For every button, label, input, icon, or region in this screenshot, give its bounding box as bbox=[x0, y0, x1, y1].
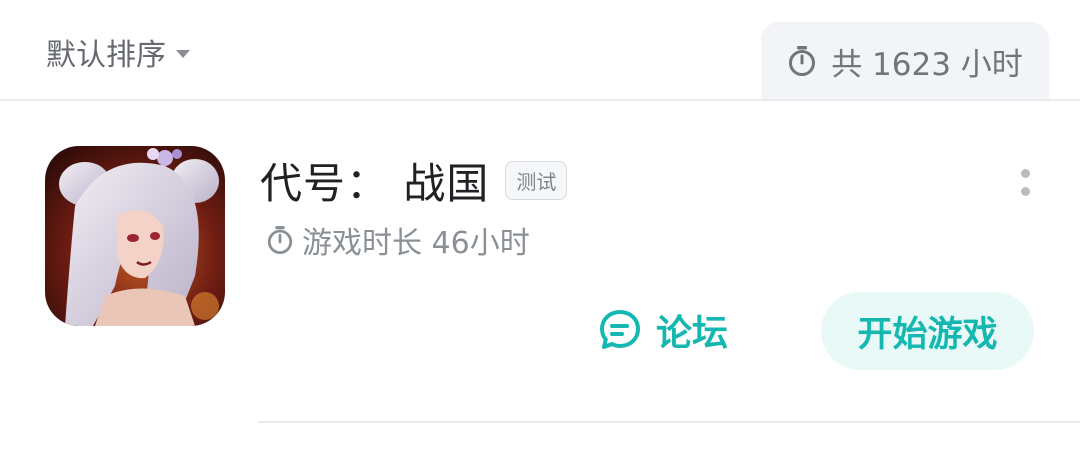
game-title[interactable]: 代号： 战国 bbox=[260, 150, 489, 211]
stopwatch-icon bbox=[789, 46, 816, 76]
list-divider bbox=[258, 421, 1080, 423]
stopwatch-icon bbox=[267, 226, 293, 254]
game-playtime: 游戏时长 46小时 bbox=[266, 218, 530, 262]
total-playtime-badge: 共 1623 小时 bbox=[761, 22, 1049, 100]
game-title-row: 代号： 战国 测试 bbox=[260, 150, 568, 211]
sort-dropdown[interactable]: 默认排序 bbox=[46, 30, 190, 74]
chat-bubble-icon bbox=[600, 310, 640, 349]
more-options-button[interactable] bbox=[1012, 160, 1038, 204]
sort-label: 默认排序 bbox=[46, 38, 166, 73]
caret-down-icon bbox=[176, 50, 190, 58]
game-playtime-text: 游戏时长 46小时 bbox=[302, 226, 530, 261]
start-game-label: 开始游戏 bbox=[857, 314, 998, 355]
game-library-page: 默认排序 共 1623 小时 代号： 战国 测试 游戏时长 46小时 论坛 开始… bbox=[0, 0, 1080, 464]
game-artwork bbox=[45, 146, 225, 326]
forum-label: 论坛 bbox=[656, 313, 729, 354]
game-cover-image[interactable] bbox=[45, 146, 225, 326]
more-vertical-icon bbox=[1020, 168, 1030, 178]
forum-button[interactable]: 论坛 bbox=[598, 304, 728, 356]
test-tag-badge: 测试 bbox=[505, 160, 568, 200]
start-game-button[interactable]: 开始游戏 bbox=[821, 292, 1034, 370]
header-divider bbox=[0, 99, 1080, 101]
total-playtime-text: 共 1623 小时 bbox=[831, 46, 1023, 83]
